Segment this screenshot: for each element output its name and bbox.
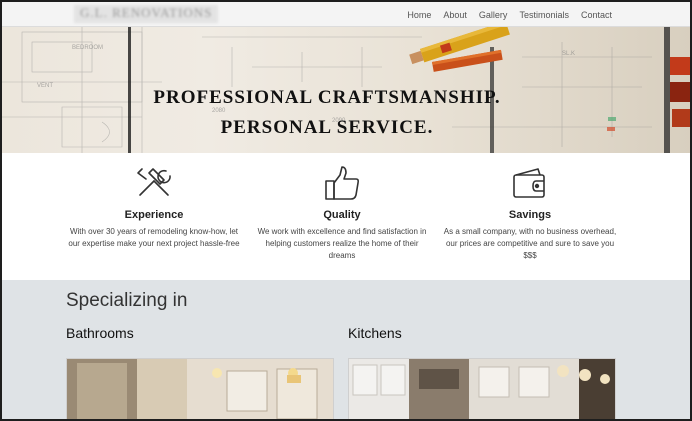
svg-text:SL.K: SL.K [562, 51, 575, 57]
category-heading-bathrooms: Bathrooms [66, 325, 134, 341]
feature-text-experience: With over 30 years of remodeling know-ho… [68, 227, 240, 248]
browser-frame: G.L. RENOVATIONS Home About Gallery Test… [0, 0, 692, 421]
brand-logo[interactable]: G.L. RENOVATIONS [74, 5, 219, 23]
nav-link-gallery[interactable]: Gallery [473, 10, 514, 20]
kitchen-image [349, 359, 615, 419]
feature-title-savings: Savings [508, 209, 552, 221]
section-title-specializing: Specializing in [66, 290, 188, 311]
wallet-icon [513, 168, 545, 198]
bathroom-photo[interactable] [66, 358, 334, 419]
tools-icon [137, 168, 171, 196]
navbar: G.L. RENOVATIONS Home About Gallery Test… [2, 2, 690, 27]
thumbs-up-icon [325, 166, 360, 200]
feature-text-savings: As a small company, with no business ove… [443, 227, 617, 260]
specializing-section: Specializing in Bathrooms Kitchens [2, 280, 690, 419]
hero-headline-line1: PROFESSIONAL CRAFTSMANSHIP. [153, 87, 501, 108]
feature-title-quality: Quality [323, 209, 361, 221]
nav-link-home[interactable]: Home [401, 10, 437, 20]
nav-menu: Home About Gallery Testimonials Contact [401, 2, 618, 27]
hero-banner: BEDROOM VENT 2080 2090 SL.K 2480 [2, 27, 690, 153]
svg-text:BEDROOM: BEDROOM [72, 45, 103, 51]
nav-link-contact[interactable]: Contact [575, 10, 618, 20]
hero-headline-line2: PERSONAL SERVICE. [220, 117, 434, 138]
bathroom-image [67, 359, 333, 419]
feature-title-experience: Experience [124, 209, 184, 221]
category-heading-kitchens: Kitchens [348, 325, 402, 341]
features-section: Experience With over 30 years of remodel… [2, 153, 690, 280]
nav-link-testimonials[interactable]: Testimonials [513, 10, 575, 20]
nav-link-about[interactable]: About [437, 10, 473, 20]
kitchen-photo[interactable] [348, 358, 616, 419]
feature-text-quality: We work with excellence and find satisfa… [257, 227, 427, 260]
